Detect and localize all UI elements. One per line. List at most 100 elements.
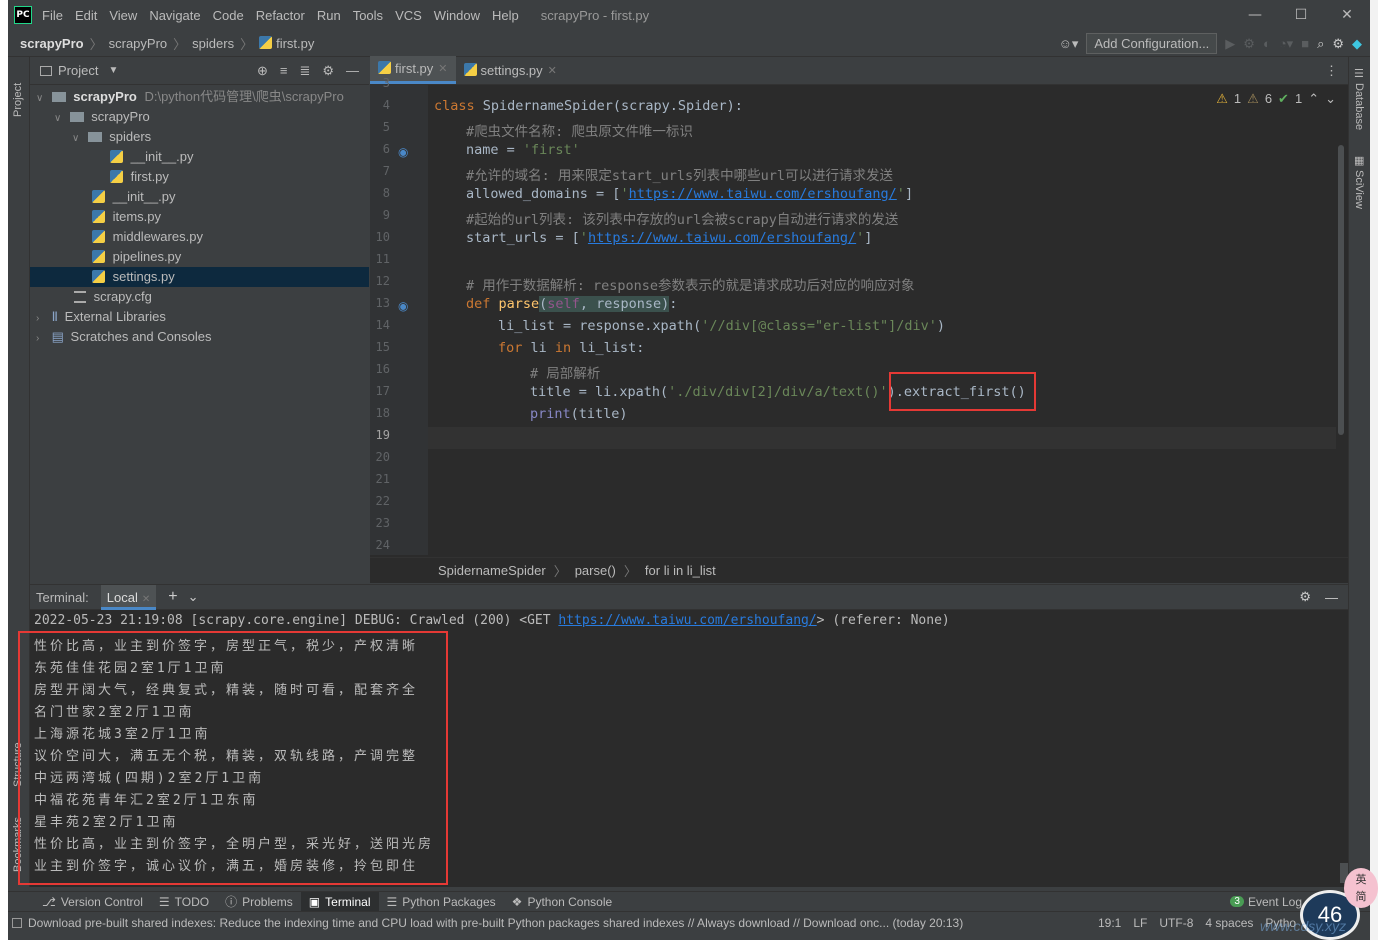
menu-file[interactable]: File (42, 8, 63, 23)
gear-icon[interactable]: ⚙ (322, 63, 334, 79)
tree-item-spiders-init[interactable]: __init__.py (30, 147, 369, 167)
crumb-package[interactable]: scrapyPro (109, 36, 168, 51)
log-url-link[interactable]: https://www.taiwu.com/ershoufang/ (558, 613, 816, 628)
ime-indicator[interactable]: 英 简 (1344, 868, 1378, 908)
todo-button[interactable]: ☰ TODO (151, 892, 217, 912)
line-separator[interactable]: LF (1133, 916, 1147, 930)
chevron-down-icon[interactable]: ⌄ (1325, 91, 1336, 107)
locate-icon[interactable]: ⊕ (257, 63, 268, 79)
code-line-9[interactable]: #起始的url列表: 该列表中存放的url会被scrapy自动进行请求的发送 (466, 208, 898, 228)
crumb-loop[interactable]: for li in li_list (645, 563, 716, 578)
tree-item-pipelines[interactable]: pipelines.py (30, 247, 369, 267)
tree-item-external-libraries[interactable]: › Ⅱ External Libraries (30, 307, 369, 327)
menu-navigate[interactable]: Navigate (149, 8, 200, 23)
menu-window[interactable]: Window (434, 8, 480, 23)
sciview-tool-button[interactable]: SciView (1353, 170, 1365, 220)
project-view-title[interactable]: Project (58, 63, 98, 78)
chevron-right-icon[interactable]: › (36, 309, 48, 329)
crumb-method[interactable]: parse() (575, 563, 616, 578)
python-packages-button[interactable]: ☰ Python Packages (379, 892, 504, 912)
caret-position[interactable]: 19:1 (1098, 916, 1121, 930)
minimize-icon[interactable]: — (1232, 0, 1278, 30)
tree-item-package[interactable]: ∨ scrapyPro (30, 107, 369, 127)
close-tab-icon[interactable]: ✕ (142, 594, 150, 605)
menu-vcs[interactable]: VCS (395, 8, 422, 23)
close-tab-icon[interactable]: ✕ (438, 62, 447, 75)
problems-button[interactable]: ⓘ Problems (217, 892, 301, 912)
tree-item-scratches[interactable]: › ▤ Scratches and Consoles (30, 327, 369, 347)
debug-icon[interactable]: ⚙ (1243, 36, 1255, 52)
tree-root[interactable]: ∨ scrapyPro D:\python代码管理\爬虫\scrapyPro (30, 87, 369, 107)
status-message[interactable]: Download pre-built shared indexes: Reduc… (28, 916, 1068, 930)
chevron-down-icon[interactable]: ⌄ (188, 589, 199, 605)
menu-run[interactable]: Run (317, 8, 341, 23)
close-tab-icon[interactable]: ✕ (548, 64, 557, 77)
run-gutter-icon[interactable]: ◉ (398, 145, 408, 159)
terminal-button[interactable]: ▣ Terminal (300, 891, 379, 912)
chevron-down-icon[interactable]: ∨ (54, 109, 66, 129)
code-line-5[interactable]: #爬虫文件名称: 爬虫原文件唯一标识 (466, 120, 693, 140)
tree-item-spiders[interactable]: ∨ spiders (30, 127, 369, 147)
chevron-down-icon[interactable]: ∨ (72, 129, 84, 149)
code-line-8[interactable]: allowed_domains = ['https://www.taiwu.co… (466, 186, 913, 202)
tab-settings-py[interactable]: settings.py ✕ (456, 56, 565, 84)
code-line-12[interactable]: # 用作于数据解析: response参数表示的就是请求成功后对应的响应对象 (466, 274, 915, 294)
menu-refactor[interactable]: Refactor (256, 8, 305, 23)
code-line-4[interactable]: class SpidernameSpider(scrapy.Spider): (434, 98, 743, 114)
code-line-10[interactable]: start_urls = ['https://www.taiwu.com/ers… (466, 230, 872, 246)
menu-tools[interactable]: Tools (353, 8, 383, 23)
url-link[interactable]: https://www.taiwu.com/ershoufang/ (588, 230, 856, 246)
run-icon[interactable]: ▶ (1225, 36, 1235, 52)
tree-item-first[interactable]: first.py (30, 167, 369, 187)
add-terminal-icon[interactable]: + (168, 588, 177, 606)
tree-item-settings[interactable]: settings.py (30, 267, 369, 287)
menu-help[interactable]: Help (492, 8, 519, 23)
terminal-tab-local[interactable]: Local ✕ (100, 584, 157, 610)
tree-item-scrapy-cfg[interactable]: scrapy.cfg (30, 287, 369, 307)
profile-icon[interactable]: ◔▾ (1279, 36, 1293, 52)
crumb-file[interactable]: first.py (276, 36, 314, 51)
chevron-up-icon[interactable]: ⌃ (1308, 91, 1319, 107)
add-configuration-button[interactable]: Add Configuration... (1086, 33, 1218, 54)
code-line-14[interactable]: li_list = response.xpath('//div[@class="… (498, 318, 945, 334)
code-line-16[interactable]: # 局部解析 (530, 362, 600, 382)
tree-item-middlewares[interactable]: middlewares.py (30, 227, 369, 247)
chevron-down-icon[interactable]: ∨ (36, 89, 48, 109)
crumb-project[interactable]: scrapyPro (20, 36, 84, 51)
maximize-icon[interactable]: ☐ (1278, 0, 1324, 30)
close-icon[interactable]: ✕ (1324, 0, 1370, 30)
hide-icon[interactable]: — (1325, 590, 1338, 605)
settings-icon[interactable]: ⚙ (1332, 36, 1344, 52)
event-log-button[interactable]: 3 Event Log (1222, 892, 1310, 912)
editor-scrollbar[interactable] (1338, 145, 1344, 435)
menu-view[interactable]: View (109, 8, 137, 23)
inspection-widget[interactable]: ⚠ 1 ⚠ 6 ✔ 1 ⌃ ⌄ (1216, 91, 1336, 107)
code-line-15[interactable]: for li in li_list: (498, 340, 644, 356)
run-gutter-icon[interactable]: ◉ (398, 299, 408, 313)
tree-item-items[interactable]: items.py (30, 207, 369, 227)
project-tool-button[interactable]: Project (12, 67, 24, 117)
python-console-button[interactable]: ❖ Python Console (504, 892, 621, 912)
search-icon[interactable]: ⌕ (1317, 36, 1324, 52)
crumb-spiders[interactable]: spiders (192, 36, 234, 51)
tree-item-init[interactable]: __init__.py (30, 187, 369, 207)
chevron-down-icon[interactable]: ▼ (108, 65, 118, 76)
menu-code[interactable]: Code (213, 8, 244, 23)
code-line-18[interactable]: print(title) (530, 406, 628, 422)
hide-icon[interactable]: — (346, 63, 359, 79)
crumb-class[interactable]: SpidernameSpider (438, 563, 546, 578)
gear-icon[interactable]: ⚙ (1299, 589, 1311, 605)
coverage-icon[interactable]: ◐ (1263, 36, 1271, 51)
url-link[interactable]: https://www.taiwu.com/ershoufang/ (629, 186, 897, 202)
user-icon[interactable]: ☺▾ (1059, 36, 1079, 52)
collapse-all-icon[interactable]: ≣ (299, 63, 310, 79)
version-control-button[interactable]: ⎇ Version Control (34, 892, 151, 912)
database-tool-button[interactable]: Database (1353, 83, 1365, 143)
file-encoding[interactable]: UTF-8 (1159, 916, 1193, 930)
code-line-13[interactable]: def parse(self, response): (466, 296, 677, 312)
expand-all-icon[interactable]: ≡ (280, 63, 288, 79)
stop-icon[interactable]: ■ (1301, 36, 1309, 51)
indent-setting[interactable]: 4 spaces (1205, 916, 1253, 930)
menu-edit[interactable]: Edit (75, 8, 97, 23)
code-line-6[interactable]: name = 'first' (466, 142, 580, 158)
